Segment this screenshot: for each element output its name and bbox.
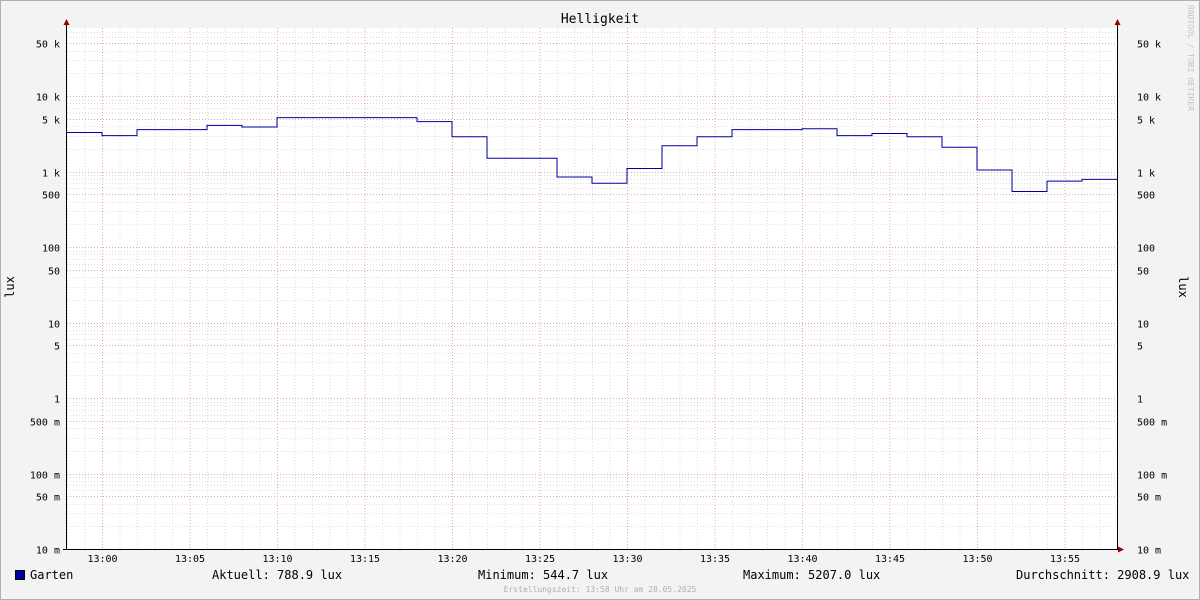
x-tick-label: 13:35 xyxy=(700,554,730,565)
chart-title: Helligkeit xyxy=(561,12,639,27)
x-tick-label: 13:55 xyxy=(1050,554,1080,565)
x-tick-label: 13:20 xyxy=(437,554,467,565)
y-tick-label-right: 10 k xyxy=(1137,93,1161,104)
y-tick-label-left: 1 k xyxy=(42,169,60,180)
y-tick-label-right: 100 m xyxy=(1137,471,1167,482)
watermark: RRDTOOL / TOBI OETIKER xyxy=(1186,5,1195,111)
y-tick-label-left: 50 k xyxy=(36,40,60,51)
legend-swatch xyxy=(15,570,25,580)
y-tick-label-left: 10 m xyxy=(36,546,60,557)
y-tick-label-left: 500 m xyxy=(30,418,60,429)
x-tick-label: 13:40 xyxy=(787,554,817,565)
x-tick-label: 13:25 xyxy=(525,554,555,565)
y-tick-label-right: 50 k xyxy=(1137,40,1161,51)
x-tick-label: 13:50 xyxy=(962,554,992,565)
y-tick-label-right: 5 xyxy=(1137,342,1143,353)
y-tick-label-right: 10 xyxy=(1137,320,1149,331)
legend-maximum: Maximum: 5207.0 lux xyxy=(743,568,881,582)
y-tick-label-right: 500 m xyxy=(1137,418,1167,429)
y-axis-arrow-right xyxy=(1114,19,1121,25)
y-axis-label-right: lux xyxy=(1176,276,1190,298)
y-tick-label-right: 10 m xyxy=(1137,546,1161,557)
y-tick-label-left: 10 xyxy=(48,320,60,331)
chart: Helligkeit lux lux 13:00 13:05 13:10 13:15 1… xyxy=(3,12,1190,565)
x-tick-label: 13:10 xyxy=(262,554,292,565)
y-tick-label-left: 1 xyxy=(54,395,60,406)
x-tick-label: 13:00 xyxy=(87,554,117,565)
x-tick-label: 13:05 xyxy=(175,554,205,565)
y-tick-label-left: 50 xyxy=(48,267,60,278)
y-tick-label-right: 1 xyxy=(1137,395,1143,406)
legend-average: Durchschnitt: 2908.9 lux xyxy=(1016,568,1190,582)
y-axis-arrow-left xyxy=(63,19,70,25)
x-axis-arrow xyxy=(1118,546,1124,553)
y-tick-label-right: 100 xyxy=(1137,244,1155,255)
y-axis-label-left: lux xyxy=(3,276,17,298)
y-tick-label-left: 100 m xyxy=(30,471,60,482)
y-tick-label-right: 50 xyxy=(1137,267,1149,278)
legend-current: Aktuell: 788.9 lux xyxy=(212,568,343,582)
y-tick-label-left: 5 k xyxy=(42,116,60,127)
y-tick-label-left: 500 xyxy=(42,191,60,202)
y-tick-label-left: 50 m xyxy=(36,493,60,504)
legend-series-name: Garten xyxy=(30,568,74,582)
y-tick-label-right: 50 m xyxy=(1137,493,1161,504)
y-tick-label-left: 5 xyxy=(54,342,60,353)
y-tick-label-left: 10 k xyxy=(36,93,60,104)
x-tick-label: 13:15 xyxy=(350,554,380,565)
plot-area: 13:00 13:05 13:10 13:15 13:20 13:25 13:30 13:35… xyxy=(30,19,1167,565)
y-tick-label-left: 100 xyxy=(42,244,60,255)
legend-minimum: Minimum: 544.7 lux xyxy=(478,568,609,582)
x-tick-label: 13:30 xyxy=(612,554,642,565)
y-tick-label-right: 5 k xyxy=(1137,116,1155,127)
y-tick-label-right: 500 xyxy=(1137,191,1155,202)
footer-timestamp: Erstellungszeit: 13:58 Uhr am 28.05.2025 xyxy=(503,585,697,594)
y-tick-label-right: 1 k xyxy=(1137,169,1155,180)
x-tick-label: 13:45 xyxy=(875,554,905,565)
